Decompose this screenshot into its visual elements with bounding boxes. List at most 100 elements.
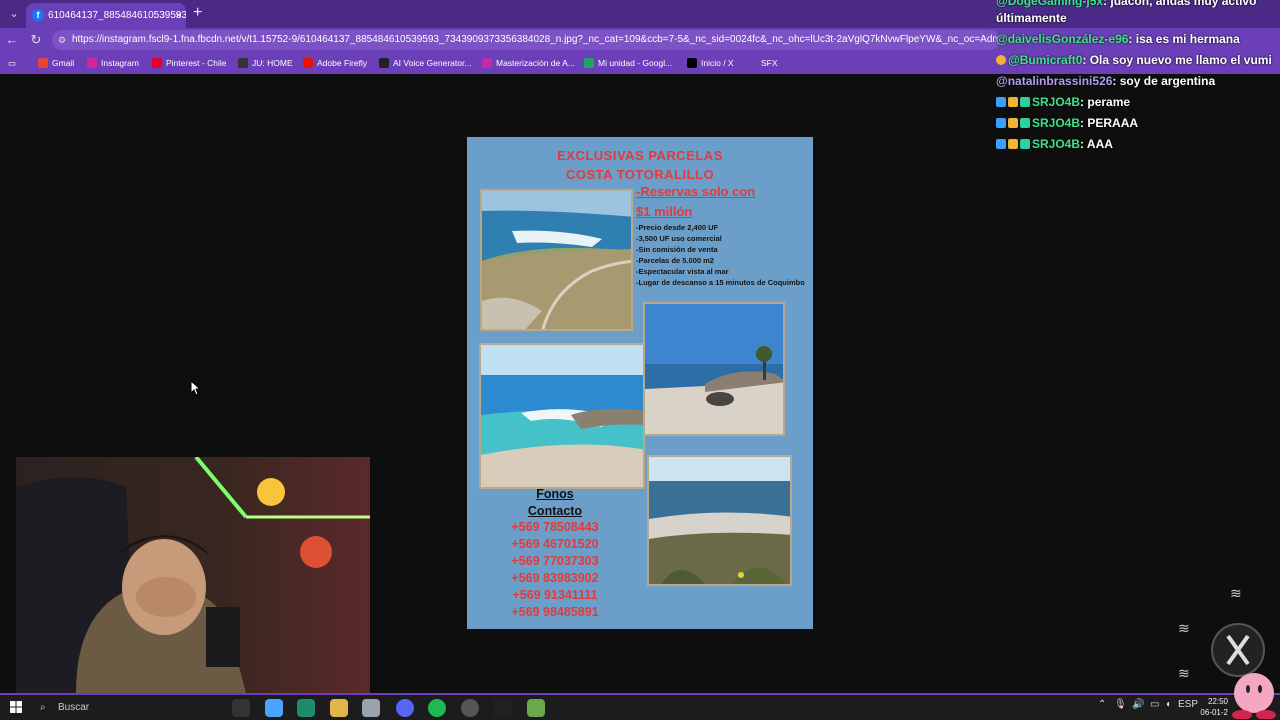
wind-icon: ≋	[1230, 585, 1242, 601]
contact-phone: +569 77037303	[511, 554, 599, 568]
stream-chat: @DogeGaming-j5x: juacon, andas muy activ…	[996, 0, 1280, 160]
wind-icon-2: ≋	[1178, 620, 1190, 636]
poster-bullet: -Espectacular vista al mar	[636, 267, 729, 276]
bookmark-item[interactable]: Inicio / X	[687, 56, 734, 70]
wind-icon-3: ≋	[1178, 665, 1190, 681]
bookmark-item[interactable]: Mi unidad - Googl...	[584, 56, 672, 70]
poster-image: EXCLUSIVAS PARCELAS COSTA TOTORALILLO -R…	[467, 137, 813, 629]
chat-badge-icon	[996, 97, 1006, 107]
microphone-icon[interactable]: 🎙	[1114, 699, 1127, 710]
facebook-icon: f	[32, 9, 44, 21]
chat-text: : perame	[1080, 95, 1131, 109]
x-icon	[687, 58, 697, 68]
chat-username: @daivelisGonzález-e96	[996, 32, 1129, 46]
language-indicator[interactable]: ESP	[1178, 699, 1198, 710]
taskbar-clock[interactable]: 22:50 06-01-2	[1198, 696, 1228, 718]
poster-bullet: -Lugar de descanso a 15 minutos de Coqui…	[636, 278, 805, 287]
notion-icon	[238, 58, 248, 68]
chat-badge-icon	[996, 139, 1006, 149]
bookmarks-menu-icon[interactable]: ▭	[8, 56, 16, 70]
speaker-icon[interactable]: ◐	[1166, 699, 1172, 710]
reload-icon[interactable]: ↻	[28, 32, 44, 48]
chat-text: : juacon, andas muy activo	[1103, 0, 1257, 8]
chat-badge-icon	[1008, 118, 1018, 128]
taskbar-search[interactable]: ⌕ Buscar	[34, 698, 224, 718]
aerial-coast-photo	[480, 189, 633, 331]
file-explorer-icon[interactable]	[330, 699, 348, 717]
mouse-cursor-icon	[190, 380, 200, 396]
task-view-icon[interactable]	[232, 699, 250, 717]
pinterest-icon	[152, 58, 162, 68]
close-tab-icon[interactable]: ×	[175, 3, 182, 28]
site-info-icon[interactable]: ⚙	[58, 30, 66, 50]
chat-username: SRJO4B	[1032, 95, 1081, 109]
bookmark-item[interactable]: Instagram	[87, 56, 139, 70]
bookmark-item[interactable]: Adobe Firefly	[303, 56, 367, 70]
chat-badge-icon	[1008, 139, 1018, 149]
poster-title-line1: EXCLUSIVAS PARCELAS	[557, 148, 723, 163]
edge-icon[interactable]	[297, 699, 315, 717]
contact-phone: +569 46701520	[511, 537, 599, 551]
poster-bullet: -Precio desde 2,400 UF	[636, 223, 719, 232]
chat-text: : soy de argentina	[1112, 74, 1216, 88]
chat-badge-icon	[1020, 97, 1030, 107]
screen: ⌄ f 610464137_885484610539593_7343909373…	[0, 0, 1280, 720]
bookmark-item[interactable]: Gmail	[38, 56, 74, 70]
bookmark-item[interactable]: JU: HOME	[238, 56, 293, 70]
discord-icon[interactable]	[396, 699, 414, 717]
url-input[interactable]: ⚙ https://instagram.fscl9-1.fna.fbcdn.ne…	[52, 30, 1000, 50]
firefly-icon	[303, 58, 313, 68]
bookmark-item[interactable]: Pinterest - Chile	[152, 56, 226, 70]
steam-icon[interactable]	[494, 699, 512, 717]
chat-message: SRJO4B: AAA	[996, 137, 1280, 151]
spotify-icon[interactable]	[428, 699, 446, 717]
minecraft-icon[interactable]	[527, 699, 545, 717]
tray-overflow-icon[interactable]: ⌃	[1098, 699, 1106, 710]
poster-reserva: -Reservas solo con $1 millón	[636, 182, 806, 222]
bookmark-item[interactable]: AI Voice Generator...	[379, 56, 471, 70]
bookmark-item[interactable]: Masterización de A...	[482, 56, 575, 70]
tab-title: 610464137_885484610539593_73439093733563…	[48, 10, 186, 21]
reserva-line1: -Reservas solo con	[636, 184, 756, 199]
chat-message: SRJO4B: PERAAA	[996, 116, 1280, 130]
taskbar: ⌕ Buscar ⌃ 🎙 🔊 ▭ ◐ ESP 22:50 06-01-2	[0, 673, 1280, 720]
poster-bullet-list: -Precio desde 2,400 UF -3,500 UF uso come…	[636, 222, 811, 288]
browser-tab[interactable]: f 610464137_885484610539593_734390937335…	[26, 3, 186, 28]
tab-search-icon[interactable]: ⌄	[6, 6, 22, 22]
webcam-feed	[16, 457, 370, 693]
chat-badge-icon	[996, 118, 1006, 128]
store-icon[interactable]	[362, 699, 380, 717]
back-icon[interactable]: ←	[4, 32, 20, 47]
chat-badge-icon	[1020, 139, 1030, 149]
chat-username: SRJO4B	[1032, 137, 1081, 151]
windows-start-icon[interactable]	[10, 701, 22, 713]
bookmark-label: Adobe Firefly	[317, 58, 368, 68]
coastal-vegetation-photo	[647, 455, 792, 586]
rocky-beach-photo	[643, 302, 785, 436]
network-icon[interactable]: ▭	[1150, 699, 1159, 710]
poster-bullet: -3,500 UF uso comercial	[636, 234, 722, 243]
gmail-icon	[38, 58, 48, 68]
obs-icon[interactable]	[461, 699, 479, 717]
bookmark-label: Gmail	[52, 58, 75, 68]
poster-bullet: -Sin comisión de venta	[636, 245, 718, 254]
bookmark-label: Pinterest - Chile	[166, 58, 227, 68]
copilot-icon[interactable]	[265, 699, 283, 717]
bookmark-item[interactable]: SFX	[747, 56, 778, 70]
contact-title-fonos: Fonos	[536, 487, 574, 501]
new-tab-button[interactable]: +	[193, 4, 202, 22]
clock-date: 06-01-2	[1200, 708, 1228, 717]
volume-icon[interactable]: 🔊	[1132, 699, 1144, 710]
bookmark-label: Masterización de A...	[496, 58, 575, 68]
contact-phone: +569 98485891	[511, 605, 599, 619]
poster-bullet: -Parcelas de 5.000 m2	[636, 256, 714, 265]
bookmark-label: Instagram	[101, 58, 139, 68]
chat-message: @DogeGaming-j5x: juacon, andas muy activ…	[996, 0, 1280, 8]
chat-username: SRJO4B	[1032, 116, 1081, 130]
instagram-icon	[87, 58, 97, 68]
chat-message: últimamente	[996, 11, 1280, 25]
bookmark-label: Inicio / X	[701, 58, 734, 68]
contact-phone: +569 91341111	[512, 588, 598, 602]
chat-username: @DogeGaming-j5x	[996, 0, 1104, 8]
chat-message: @daivelisGonzález-e96: isa es mi hermana	[996, 32, 1280, 46]
